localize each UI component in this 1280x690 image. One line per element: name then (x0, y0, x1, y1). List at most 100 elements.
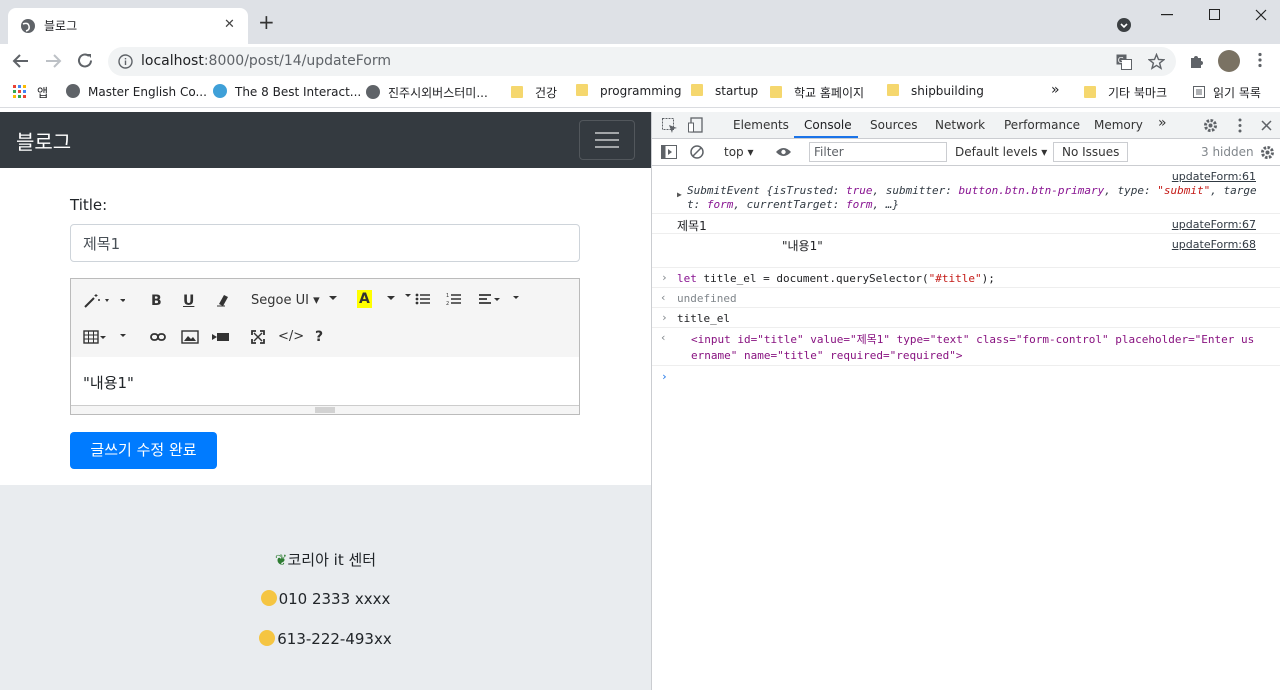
bookmark-master-english[interactable]: Master English Co... (66, 84, 207, 99)
tab-network[interactable]: Network (935, 118, 985, 132)
face-icon (259, 630, 276, 646)
editor-resize-handle[interactable] (71, 405, 579, 414)
tab-title: 블로그 (44, 19, 78, 33)
site-brand[interactable]: 블로그 (16, 126, 71, 155)
console-filter-input[interactable]: Filter (809, 142, 947, 162)
close-window-icon[interactable] (1255, 9, 1267, 21)
tab-console[interactable]: Console (804, 118, 852, 132)
bookmark-star-icon[interactable] (1148, 53, 1165, 70)
tab-elements[interactable]: Elements (733, 118, 789, 132)
resize-grip-icon (315, 407, 335, 413)
font-color-icon[interactable]: A (357, 290, 372, 308)
context-selector[interactable]: top ▾ (724, 145, 754, 159)
log-levels-dropdown[interactable]: Default levels ▾ (955, 145, 1047, 159)
bookmark-folder-programming[interactable]: programming (576, 84, 681, 98)
source-link[interactable]: updateForm:61 (1172, 170, 1256, 183)
code-view-icon[interactable]: </> (278, 328, 304, 346)
active-tab-indicator (794, 136, 858, 138)
inspect-element-icon[interactable] (662, 118, 678, 133)
bookmark-apps[interactable]: 앱 (13, 84, 48, 101)
prompt-chevron-icon: › (661, 311, 668, 324)
bookmark-folder-shipbuilding[interactable]: shipbuilding (887, 84, 984, 98)
navbar-toggler-button[interactable] (579, 120, 635, 160)
devtools-panel: Elements Console Sources Network Perform… (651, 112, 1280, 690)
eye-icon[interactable] (775, 147, 792, 157)
console-log-title: 제목1 updateForm:67 (652, 214, 1280, 234)
result-element[interactable]: <input id="title" value="제목1" type="text… (691, 332, 1266, 364)
log-object[interactable]: SubmitEvent {isTrusted: true, submitter:… (687, 184, 1257, 212)
underline-icon[interactable]: U (183, 292, 194, 310)
log-text: 제목1 (677, 219, 707, 233)
translate-icon[interactable]: G (1116, 54, 1132, 70)
gear-icon[interactable] (1203, 118, 1218, 133)
bookmark-8-best[interactable]: The 8 Best Interact... (213, 84, 361, 99)
tab-close-icon[interactable]: ✕ (224, 17, 235, 32)
bookmark-other[interactable]: 기타 북마크 (1084, 84, 1167, 101)
tab-strip: 블로그 ✕ + (0, 0, 1280, 44)
font-family-dropdown[interactable]: Segoe UI ▾ (251, 292, 320, 310)
issues-button[interactable]: No Issues (1053, 142, 1129, 162)
bookmark-folder-health[interactable]: 건강 (511, 84, 557, 101)
console-prompt-icon[interactable]: › (661, 370, 668, 383)
kebab-menu-icon[interactable] (1238, 118, 1242, 133)
back-arrow-icon[interactable] (12, 53, 30, 69)
console-settings-gear-icon[interactable] (1260, 145, 1275, 160)
magic-wand-icon[interactable] (83, 291, 125, 309)
tab-performance[interactable]: Performance (1004, 118, 1080, 132)
paragraph-align-icon[interactable] (477, 292, 523, 306)
editor-content[interactable]: "내용1" (83, 372, 134, 393)
editor-toolbar: B U Segoe UI ▾ A 12 </> ? (71, 279, 579, 357)
ordered-list-icon[interactable]: 12 (446, 292, 462, 306)
unordered-list-icon[interactable] (405, 292, 431, 306)
table-icon[interactable] (83, 330, 131, 344)
summernote-editor: B U Segoe UI ▾ A 12 </> ? "내용1" (70, 278, 580, 415)
source-link[interactable]: updateForm:68 (1172, 238, 1256, 251)
clear-console-icon[interactable] (690, 145, 704, 159)
svg-text:1: 1 (446, 293, 449, 299)
picture-icon[interactable] (181, 330, 199, 344)
title-input[interactable]: 제목1 (70, 224, 580, 262)
url-path: :8000/post/14/updateForm (203, 53, 391, 69)
submit-button[interactable]: 글쓰기 수정 완료 (70, 432, 217, 469)
info-icon[interactable] (118, 54, 133, 69)
bold-icon[interactable]: B (151, 292, 162, 310)
console-command[interactable]: let title_el = document.querySelector("#… (677, 272, 995, 285)
minimize-icon[interactable] (1161, 14, 1173, 16)
tab-memory[interactable]: Memory (1094, 118, 1143, 132)
hamburger-icon (595, 132, 619, 134)
reload-icon[interactable] (77, 52, 94, 69)
extensions-icon[interactable] (1188, 53, 1204, 69)
close-icon[interactable] (1261, 120, 1272, 131)
web-page: 블로그 Title: 제목1 B U Segoe UI ▾ A 12 </> ? (0, 112, 651, 690)
device-toolbar-icon[interactable] (688, 117, 704, 133)
profile-avatar[interactable] (1218, 50, 1240, 72)
video-icon[interactable] (212, 332, 230, 342)
sidebar-toggle-icon[interactable] (661, 145, 677, 159)
browser-tab[interactable]: 블로그 ✕ (8, 8, 248, 44)
more-tabs-button[interactable]: » (1158, 115, 1167, 131)
eraser-icon[interactable] (215, 293, 229, 307)
link-icon[interactable] (150, 332, 166, 342)
svg-text:2: 2 (446, 301, 449, 306)
bookmark-folder-school[interactable]: 학교 홈페이지 (770, 84, 864, 101)
maximize-icon[interactable] (1209, 9, 1220, 20)
new-tab-button[interactable]: + (258, 12, 275, 32)
fullscreen-icon[interactable] (251, 330, 265, 344)
source-link[interactable]: updateForm:67 (1172, 218, 1256, 231)
forward-arrow-icon[interactable] (44, 53, 62, 69)
address-bar[interactable]: localhost:8000/post/14/updateForm G (108, 47, 1176, 76)
chevron-down-icon[interactable] (329, 296, 337, 301)
bookmark-folder-startup[interactable]: startup (691, 84, 758, 98)
tab-sources[interactable]: Sources (870, 118, 917, 132)
expand-triangle-icon[interactable]: ▶ (677, 190, 682, 199)
menu-icon[interactable] (1258, 52, 1262, 68)
bookmarks-overflow-button[interactable]: » (1051, 82, 1060, 98)
chevron-down-icon[interactable] (387, 296, 395, 301)
console-command[interactable]: title_el (677, 312, 730, 325)
help-icon[interactable]: ? (315, 328, 323, 346)
tab-search-icon[interactable] (1116, 17, 1132, 33)
bookmark-jinju-terminal[interactable]: 진주시외버스터미... (366, 84, 488, 101)
reading-list[interactable]: 읽기 목록 (1193, 84, 1261, 101)
leaf-icon: ❦ (274, 551, 288, 569)
result-value: undefined (677, 292, 737, 305)
